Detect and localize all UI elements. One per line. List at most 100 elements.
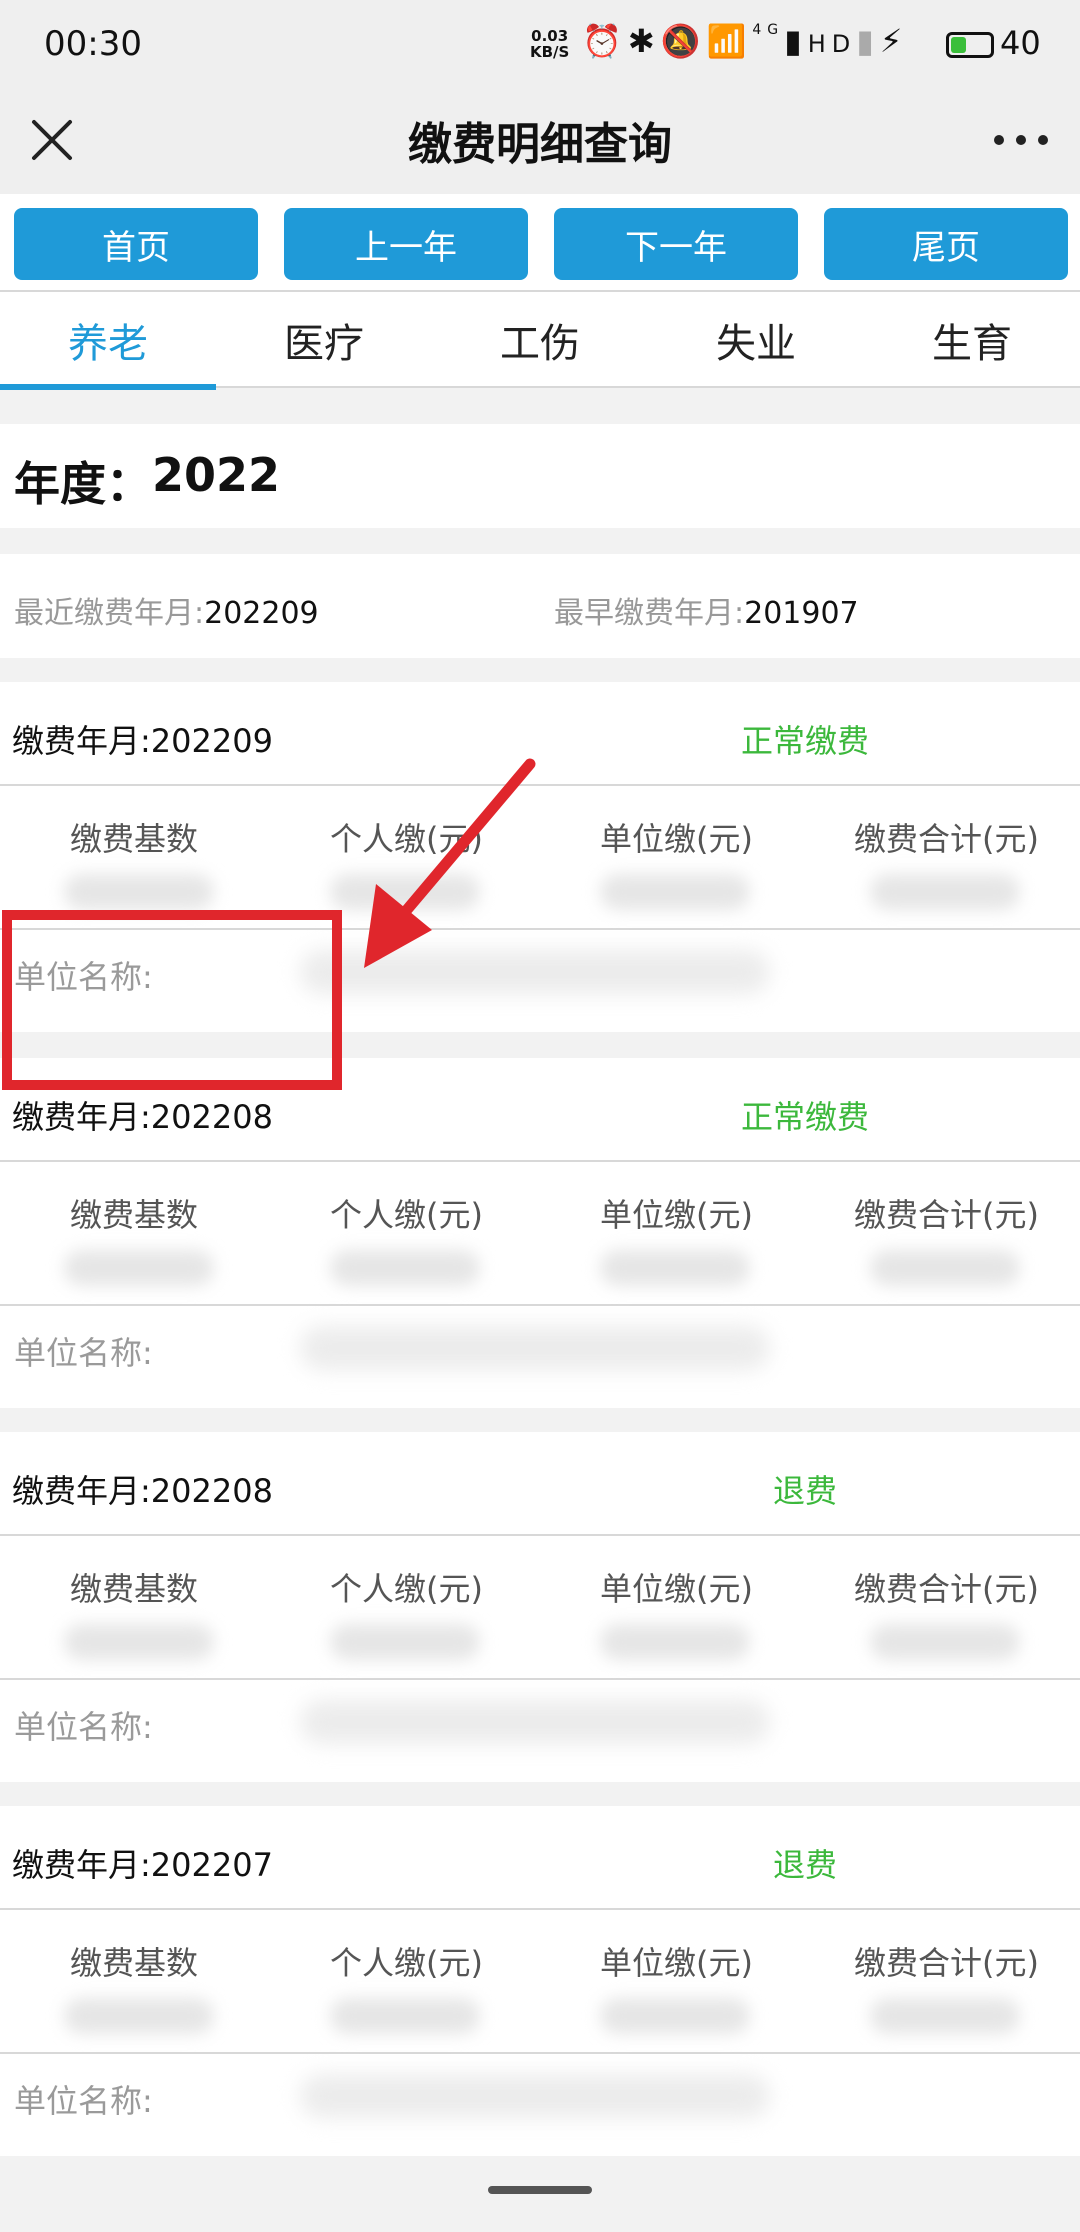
blurred-value xyxy=(600,1624,750,1660)
column-employer: 单位缴(元) xyxy=(600,1196,753,1234)
mute-icon: 🔕 xyxy=(660,22,707,60)
column-total: 缴费合计(元) xyxy=(854,1944,1039,1982)
blurred-value xyxy=(64,1250,214,1286)
net-speed-value: 0.03 xyxy=(531,27,569,45)
column-total: 缴费合计(元) xyxy=(854,820,1039,858)
annotation-highlight-box xyxy=(2,910,342,1090)
column-base: 缴费基数 xyxy=(70,1944,199,1982)
page-title: 缴费明细查询 xyxy=(408,119,672,170)
status-icons: ⏰✱🔕📶4G▮HD▮⚡ xyxy=(582,22,908,60)
blurred-value xyxy=(330,1998,480,2034)
previous-year-button[interactable]: 上一年 xyxy=(284,208,528,280)
alarm-icon: ⏰ xyxy=(582,22,628,60)
column-employer: 单位缴(元) xyxy=(600,1944,753,1982)
blurred-value xyxy=(330,874,480,910)
column-employer: 单位缴(元) xyxy=(600,820,753,858)
net-speed-unit: KB/S xyxy=(530,43,570,61)
column-total: 缴费合计(元) xyxy=(854,1196,1039,1234)
status-time: 00:30 xyxy=(44,24,142,64)
blurred-value xyxy=(330,1250,480,1286)
first-page-button[interactable]: 首页 xyxy=(14,208,258,280)
battery-fill xyxy=(951,37,966,53)
column-employer: 单位缴(元) xyxy=(600,1570,753,1608)
record-status: 正常缴费 xyxy=(740,1098,869,1136)
record-month: 缴费年月:202208 xyxy=(12,1098,273,1136)
hd-icon: HD xyxy=(807,30,857,58)
record-columns: 缴费基数 个人缴(元) 单位缴(元) 缴费合计(元) xyxy=(0,1536,1080,1680)
battery-icon xyxy=(946,32,994,58)
column-personal: 个人缴(元) xyxy=(330,820,483,858)
blurred-value xyxy=(870,1250,1020,1286)
next-year-button[interactable]: 下一年 xyxy=(554,208,798,280)
blurred-value xyxy=(330,1624,480,1660)
column-personal: 个人缴(元) xyxy=(330,1196,483,1234)
blurred-value xyxy=(600,874,750,910)
blurred-value xyxy=(64,1624,214,1660)
latest-payment-label: 最近缴费年月: xyxy=(14,596,205,631)
blurred-unit-name xyxy=(300,950,770,994)
year-navigation: 首页 上一年 下一年 尾页 xyxy=(0,194,1080,290)
column-personal: 个人缴(元) xyxy=(330,1570,483,1608)
payment-record: 缴费年月:202208 退费 缴费基数 个人缴(元) 单位缴(元) 缴费合计(元… xyxy=(0,1432,1080,1782)
more-options-icon[interactable] xyxy=(988,112,1054,168)
record-columns: 缴费基数 个人缴(元) 单位缴(元) 缴费合计(元) xyxy=(0,1910,1080,2054)
year-value: 2022 xyxy=(152,448,281,502)
signal-4g-icon: 4G▮ xyxy=(752,22,808,60)
column-base: 缴费基数 xyxy=(70,820,199,858)
record-status: 正常缴费 xyxy=(740,722,869,760)
payment-summary: 最近缴费年月:202209 最早缴费年月:201907 xyxy=(0,554,1080,658)
last-page-button[interactable]: 尾页 xyxy=(824,208,1068,280)
title-bar: 缴费明细查询 xyxy=(0,90,1080,194)
blurred-value xyxy=(64,1998,214,2034)
column-personal: 个人缴(元) xyxy=(330,1944,483,1982)
home-indicator[interactable] xyxy=(488,2186,592,2194)
blurred-unit-name xyxy=(300,2074,770,2118)
earliest-payment-value: 201907 xyxy=(744,596,859,631)
record-header: 缴费年月:202208 退费 xyxy=(0,1432,1080,1536)
signal-icon: ▮ xyxy=(856,22,880,60)
battery-level: 40 xyxy=(1000,24,1041,62)
record-columns: 缴费基数 个人缴(元) 单位缴(元) 缴费合计(元) xyxy=(0,1162,1080,1306)
blurred-value xyxy=(600,1998,750,2034)
insurance-tabs: 养老 医疗 工伤 失业 生育 xyxy=(0,290,1080,390)
blurred-value xyxy=(870,1624,1020,1660)
blurred-unit-name xyxy=(300,1700,770,1744)
record-month: 缴费年月:202209 xyxy=(12,722,273,760)
column-base: 缴费基数 xyxy=(70,1570,199,1608)
record-month: 缴费年月:202207 xyxy=(12,1846,273,1884)
tab-maternity[interactable]: 生育 xyxy=(864,292,1080,388)
record-columns: 缴费基数 个人缴(元) 单位缴(元) 缴费合计(元) xyxy=(0,786,1080,930)
payment-record: 缴费年月:202208 正常缴费 缴费基数 个人缴(元) 单位缴(元) 缴费合计… xyxy=(0,1058,1080,1408)
record-month: 缴费年月:202208 xyxy=(12,1472,273,1510)
blurred-value xyxy=(600,1250,750,1286)
column-base: 缴费基数 xyxy=(70,1196,199,1234)
record-header: 缴费年月:202209 正常缴费 xyxy=(0,682,1080,786)
blurred-value xyxy=(870,1998,1020,2034)
earliest-payment-label: 最早缴费年月: xyxy=(554,596,745,631)
payment-record: 缴费年月:202207 退费 缴费基数 个人缴(元) 单位缴(元) 缴费合计(元… xyxy=(0,1806,1080,2156)
blurred-value xyxy=(870,874,1020,910)
unit-name-label: 单位名称: xyxy=(14,2082,153,2120)
tab-medical[interactable]: 医疗 xyxy=(216,292,432,388)
year-label: 年度： xyxy=(14,457,152,511)
earliest-payment: 最早缴费年月:201907 xyxy=(554,588,859,632)
blurred-value xyxy=(64,874,214,910)
status-bar: 00:30 0.03 KB/S ⏰✱🔕📶4G▮HD▮⚡ 40 xyxy=(0,0,1080,90)
tab-pension[interactable]: 养老 xyxy=(0,292,216,390)
net-speed: 0.03 KB/S xyxy=(530,28,569,60)
column-total: 缴费合计(元) xyxy=(854,1570,1039,1608)
record-status: 退费 xyxy=(772,1846,837,1884)
charging-icon: ⚡ xyxy=(879,22,909,60)
latest-payment-value: 202209 xyxy=(204,596,319,631)
latest-payment: 最近缴费年月:202209 xyxy=(14,588,319,632)
year-header: 年度： 2022 xyxy=(0,424,1080,528)
unit-name-label: 单位名称: xyxy=(14,1708,153,1746)
tab-work-injury[interactable]: 工伤 xyxy=(432,292,648,388)
record-status: 退费 xyxy=(772,1472,837,1510)
tab-unemployment[interactable]: 失业 xyxy=(648,292,864,388)
blurred-unit-name xyxy=(300,1326,770,1370)
record-header: 缴费年月:202207 退费 xyxy=(0,1806,1080,1910)
wifi-icon: 📶 xyxy=(706,22,753,60)
unit-name-label: 单位名称: xyxy=(14,1334,153,1372)
bluetooth-icon: ✱ xyxy=(627,22,661,60)
